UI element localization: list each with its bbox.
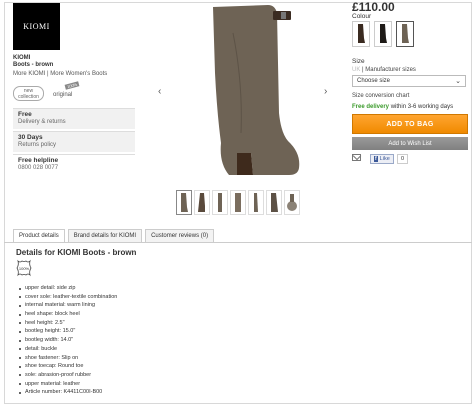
original-badge: 100% original bbox=[53, 81, 80, 98]
list-item: detail: buckle bbox=[19, 345, 117, 354]
returns-box: 30 Days Returns policy bbox=[13, 131, 135, 152]
tab-brand-details[interactable]: Brand details for KIOMI bbox=[67, 229, 143, 242]
thumbnail-strip bbox=[176, 190, 300, 215]
facebook-icon: f bbox=[374, 156, 378, 162]
thumbnail[interactable] bbox=[212, 190, 228, 215]
thumbnail[interactable] bbox=[194, 190, 210, 215]
list-item: internal material: warm lining bbox=[19, 301, 117, 310]
delivery-info: Free delivery within 3-6 working days bbox=[352, 104, 453, 110]
product-tabs: Product details Brand details for KIOMI … bbox=[13, 229, 215, 243]
thumbnail[interactable] bbox=[176, 190, 192, 215]
size-units: UK | Manufacturer sizes bbox=[352, 67, 416, 73]
brand-logo[interactable]: KIOMI bbox=[13, 3, 60, 50]
brand-name: KIOMI bbox=[13, 55, 31, 61]
size-unit-uk[interactable]: UK bbox=[352, 67, 360, 73]
info-subtitle: Delivery & returns bbox=[18, 119, 66, 125]
colour-swatch-black[interactable] bbox=[374, 21, 392, 47]
add-to-bag-button[interactable]: ADD TO BAG bbox=[352, 114, 468, 134]
add-to-wish-list-button[interactable]: Add to Wish List bbox=[352, 137, 468, 150]
separator: | bbox=[47, 71, 49, 77]
more-category-link[interactable]: More Women's Boots bbox=[50, 71, 107, 77]
size-unit-manufacturer[interactable]: | Manufacturer sizes bbox=[362, 67, 416, 73]
info-title: 30 Days bbox=[18, 134, 43, 141]
list-item: heel shape: block heel bbox=[19, 310, 117, 319]
list-item: upper material: leather bbox=[19, 380, 117, 389]
size-chart-link[interactable]: Size conversion chart bbox=[352, 93, 409, 99]
facebook-like-button[interactable]: f Like bbox=[370, 154, 394, 164]
gallery-next-arrow[interactable]: › bbox=[324, 86, 327, 97]
chevron-down-icon: ⌄ bbox=[455, 78, 461, 85]
tab-divider bbox=[4, 242, 472, 243]
list-item: bootleg height: 15.0" bbox=[19, 327, 117, 336]
colour-swatch-dark-brown[interactable] bbox=[352, 21, 370, 47]
thumbnail[interactable] bbox=[284, 190, 300, 215]
info-subtitle: Returns policy bbox=[18, 142, 57, 148]
leather-icon-label: 100% bbox=[19, 266, 30, 271]
original-label: original bbox=[53, 92, 73, 98]
list-item: upper detail: side zip bbox=[19, 284, 117, 293]
leather-icon: 100% bbox=[16, 259, 32, 277]
new-collection-badge: new collection bbox=[13, 86, 44, 101]
list-item: Article number: K4411C00I-B00 bbox=[19, 388, 117, 397]
size-label: Size bbox=[352, 58, 365, 65]
info-title: Free bbox=[18, 111, 32, 118]
tab-customer-reviews[interactable]: Customer reviews (0) bbox=[145, 229, 215, 242]
helpline-box: Free helpline 0800 028 0077 bbox=[13, 154, 135, 175]
colour-label: Colour bbox=[352, 13, 372, 20]
logo-text: KIOMI bbox=[23, 22, 50, 31]
like-label: Like bbox=[379, 156, 390, 162]
list-item: cover sole: leather-textile combination bbox=[19, 293, 117, 302]
price: £110.00 bbox=[352, 0, 395, 14]
list-item: heel height: 2.5" bbox=[19, 319, 117, 328]
thumbnail[interactable] bbox=[230, 190, 246, 215]
colour-swatch-brown[interactable] bbox=[396, 21, 414, 47]
specs-list: upper detail: side zip cover sole: leath… bbox=[19, 284, 117, 397]
details-title: Details for KIOMI Boots - brown bbox=[16, 248, 137, 257]
email-icon[interactable] bbox=[352, 154, 361, 161]
product-name: Boots - brown bbox=[13, 62, 54, 68]
free-delivery-box: Free Delivery & returns bbox=[13, 108, 135, 129]
tab-product-details[interactable]: Product details bbox=[13, 229, 65, 243]
size-select-value: Choose size bbox=[357, 78, 391, 84]
like-count: 0 bbox=[397, 154, 409, 164]
list-item: shoe toecap: Round toe bbox=[19, 362, 117, 371]
thumbnail[interactable] bbox=[248, 190, 264, 215]
more-brand-link[interactable]: More KIOMI bbox=[13, 71, 45, 77]
delivery-time-text: within 3-6 working days bbox=[390, 104, 454, 110]
list-item: sole: abrasion-proof rubber bbox=[19, 371, 117, 380]
size-select[interactable]: Choose size ⌄ bbox=[352, 75, 466, 87]
product-main-image[interactable] bbox=[193, 3, 303, 181]
list-item: bootleg width: 14.0" bbox=[19, 336, 117, 345]
info-title: Free helpline bbox=[18, 157, 59, 164]
gallery-prev-arrow[interactable]: ‹ bbox=[158, 86, 161, 97]
free-delivery-text: Free delivery bbox=[352, 104, 390, 110]
thumbnail[interactable] bbox=[266, 190, 282, 215]
more-links: More KIOMI | More Women's Boots bbox=[13, 71, 107, 77]
list-item: shoe fastener: Slip on bbox=[19, 354, 117, 363]
info-subtitle: 0800 028 0077 bbox=[18, 165, 59, 171]
